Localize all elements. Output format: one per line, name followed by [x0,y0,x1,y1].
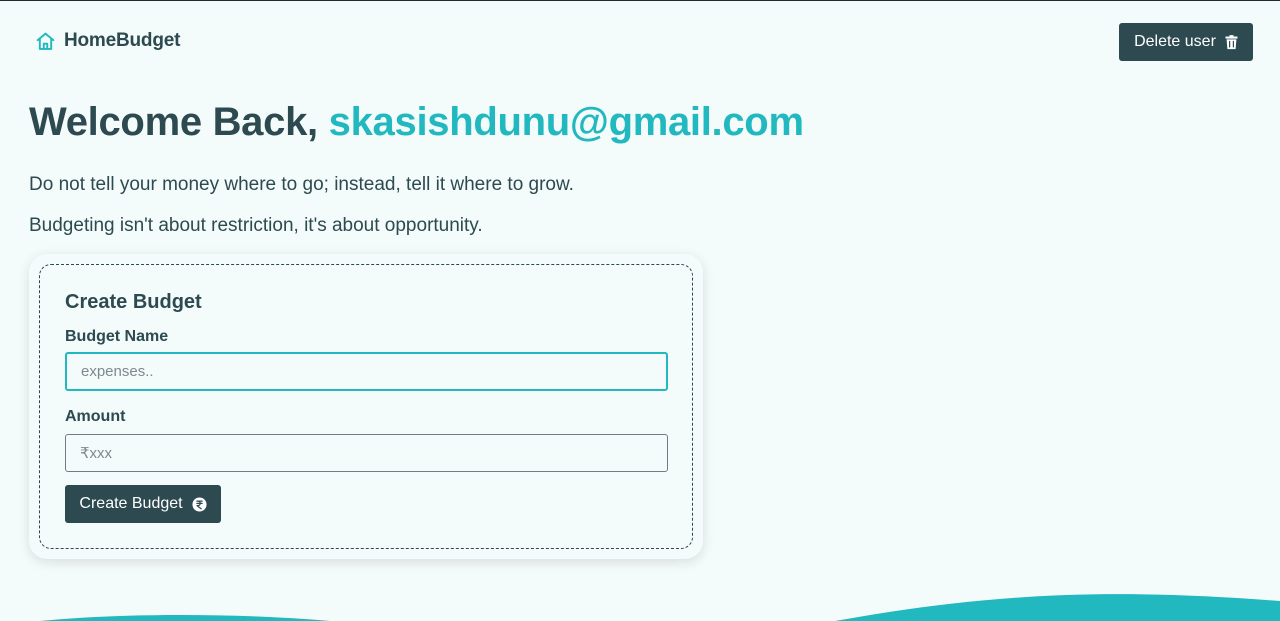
delete-user-label: Delete user [1134,33,1216,50]
house-icon [35,31,56,52]
create-budget-form: Create Budget Budget Name Amount Create … [39,264,693,549]
brand-link[interactable]: HomeBudget [35,30,180,52]
welcome-heading: Welcome Back, skasishdunu@gmail.com [29,100,804,145]
brand-name: HomeBudget [64,30,181,51]
create-budget-button[interactable]: Create Budget [65,485,221,523]
welcome-text: Welcome Back, [29,100,329,144]
create-budget-card: Create Budget Budget Name Amount Create … [29,254,703,559]
delete-user-button[interactable]: Delete user [1119,23,1253,61]
budget-name-input[interactable] [65,352,668,391]
quote-text-2: Budgeting isn't about restriction, it's … [29,215,483,236]
budget-name-label: Budget Name [65,328,169,345]
rupee-circle-icon [192,496,207,512]
create-budget-title: Create Budget [65,291,202,313]
amount-input[interactable] [65,434,668,472]
footer-wave [40,594,1280,621]
navbar: HomeBudget Delete user [0,0,1280,86]
quote-text-1: Do not tell your money where to go; inst… [29,174,574,195]
create-budget-label: Create Budget [79,495,183,512]
user-email: skasishdunu@gmail.com [328,100,804,144]
amount-label: Amount [65,408,126,425]
trash-icon [1225,34,1238,50]
